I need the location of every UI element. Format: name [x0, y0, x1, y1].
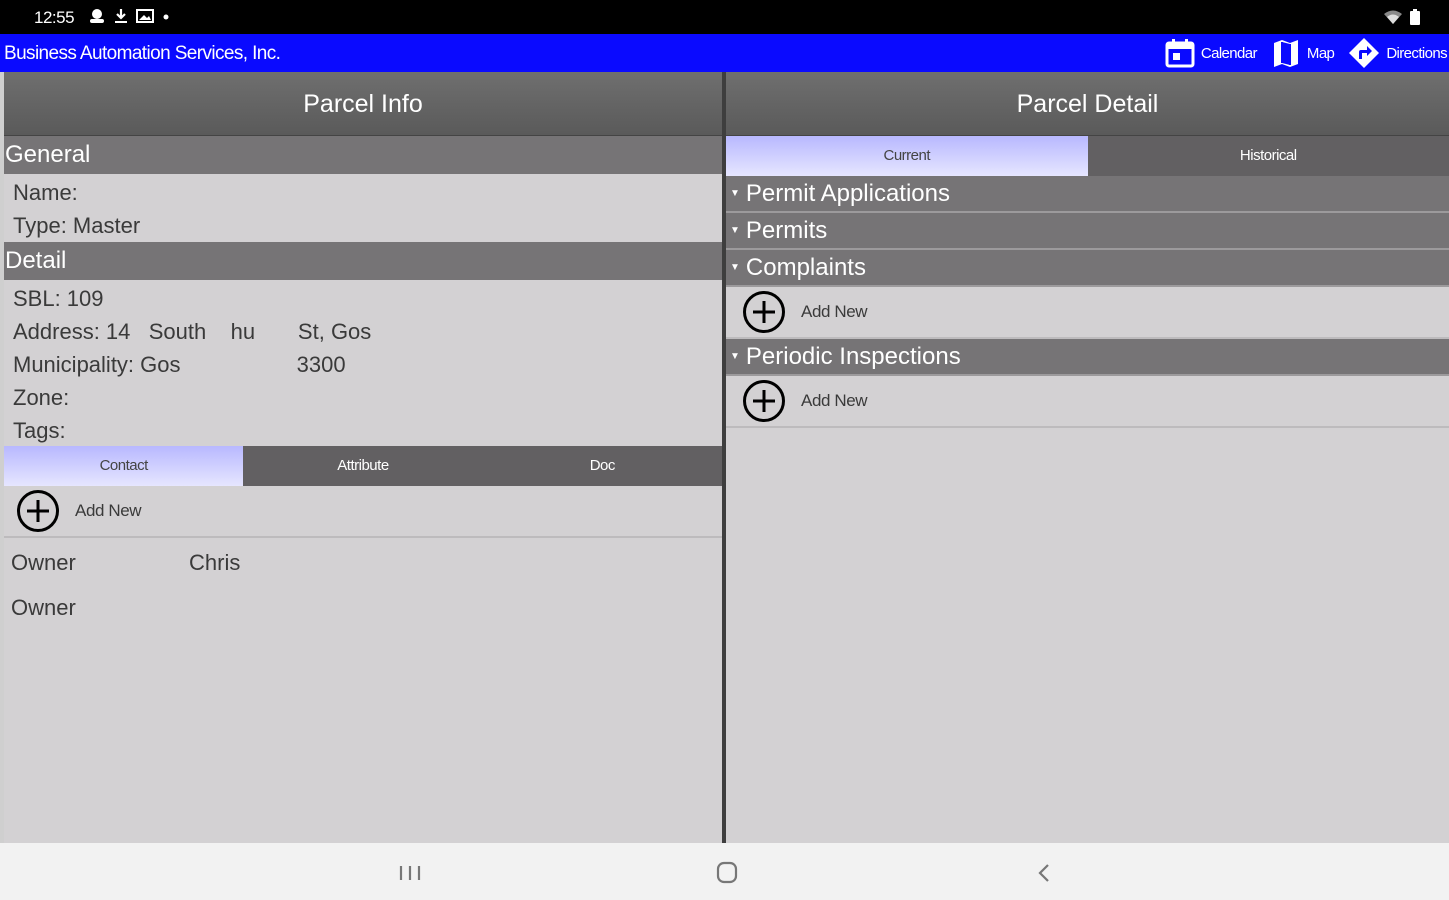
add-inspection-label: Add New: [801, 391, 868, 410]
tab-attribute[interactable]: Attribute: [243, 446, 483, 486]
battery-icon: [1409, 9, 1421, 28]
dot-icon: [162, 8, 170, 28]
map-button[interactable]: Map: [1271, 38, 1335, 68]
tab-contact[interactable]: Contact: [4, 446, 244, 486]
map-label: Map: [1306, 44, 1335, 62]
tab-historical[interactable]: Historical: [1087, 136, 1449, 176]
home-button[interactable]: [707, 859, 747, 887]
parcel-municipality: Municipality: Gos 3300: [13, 352, 346, 377]
expand-triangle-icon: ▼: [730, 351, 740, 362]
status-time: 12:55: [34, 8, 75, 27]
calendar-label: Calendar: [1200, 44, 1258, 62]
add-complaint-button[interactable]: Add New: [726, 287, 1449, 339]
detail-section: SBL: 109 Address: 14 South hu St, Gos Mu…: [4, 280, 722, 447]
parcel-zone: Zone:: [13, 385, 70, 410]
tab-doc[interactable]: Doc: [482, 446, 722, 486]
map-icon: [1271, 38, 1301, 68]
parcel-detail-tabs: Current Historical: [726, 136, 1449, 176]
directions-button[interactable]: Directions: [1348, 37, 1448, 69]
parcel-info-tabs: Contact Attribute Doc: [4, 446, 722, 486]
directions-label: Directions: [1386, 44, 1447, 62]
tab-current[interactable]: Current: [726, 136, 1088, 176]
contact-name: Chris: [189, 549, 241, 575]
permit-applications-title: Permit Applications: [745, 180, 950, 207]
add-inspection-button[interactable]: Add New: [726, 376, 1449, 428]
back-button[interactable]: [1024, 859, 1064, 887]
status-bar: 12:55: [0, 0, 1449, 34]
app-bar: Business Automation Services, Inc. Calen…: [0, 34, 1449, 72]
add-circle-icon: [17, 490, 59, 532]
general-section: Name: Type: Master: [4, 174, 722, 242]
add-circle-icon: [743, 380, 785, 422]
download-icon: [114, 8, 128, 28]
notification-icon: [88, 8, 106, 28]
periodic-inspections-section[interactable]: ▼ Periodic Inspections: [726, 339, 1449, 376]
parcel-type: Type: Master: [13, 213, 141, 238]
wifi-icon: [1383, 9, 1403, 28]
add-contact-label: Add New: [75, 501, 142, 520]
contact-row[interactable]: Owner: [4, 585, 722, 630]
expand-triangle-icon: ▼: [730, 188, 740, 199]
expand-triangle-icon: ▼: [730, 225, 740, 236]
permits-title: Permits: [745, 217, 828, 244]
parcel-detail-panel: Parcel Detail Current Historical ▼ Permi…: [726, 72, 1449, 843]
home-icon: [716, 861, 738, 884]
permits-section[interactable]: ▼ Permits: [726, 213, 1449, 250]
contact-role: Owner: [11, 594, 76, 620]
expand-triangle-icon: ▼: [730, 262, 740, 273]
recents-icon: [399, 866, 421, 880]
image-icon: [136, 8, 154, 28]
parcel-info-header: Parcel Info: [4, 72, 722, 136]
periodic-inspections-title: Periodic Inspections: [745, 343, 961, 370]
parcel-address: Address: 14 South hu St, Gos: [13, 319, 372, 344]
calendar-icon: [1165, 38, 1195, 68]
app-title: Business Automation Services, Inc.: [4, 43, 281, 64]
complaints-section[interactable]: ▼ Complaints: [726, 250, 1449, 287]
add-contact-button[interactable]: Add New: [4, 486, 722, 538]
parcel-name: Name:: [13, 180, 78, 205]
permit-applications-section[interactable]: ▼ Permit Applications: [726, 176, 1449, 213]
general-section-header: General: [4, 136, 722, 174]
parcel-sbl: SBL: 109: [13, 286, 104, 311]
add-circle-icon: [743, 291, 785, 333]
detail-section-header: Detail: [4, 242, 722, 280]
calendar-button[interactable]: Calendar: [1165, 38, 1258, 68]
recents-button[interactable]: [390, 859, 430, 887]
add-complaint-label: Add New: [801, 302, 868, 321]
directions-icon: [1348, 37, 1380, 69]
parcel-tags: Tags:: [13, 418, 66, 443]
contact-role: Owner: [11, 549, 76, 575]
back-icon: [1038, 864, 1049, 882]
parcel-detail-header: Parcel Detail: [726, 72, 1449, 136]
complaints-title: Complaints: [745, 254, 866, 281]
parcel-info-panel: Parcel Info General Name: Type: Master D…: [4, 72, 722, 843]
contact-row[interactable]: Owner Chris: [4, 540, 722, 585]
navigation-bar: [0, 843, 1449, 900]
